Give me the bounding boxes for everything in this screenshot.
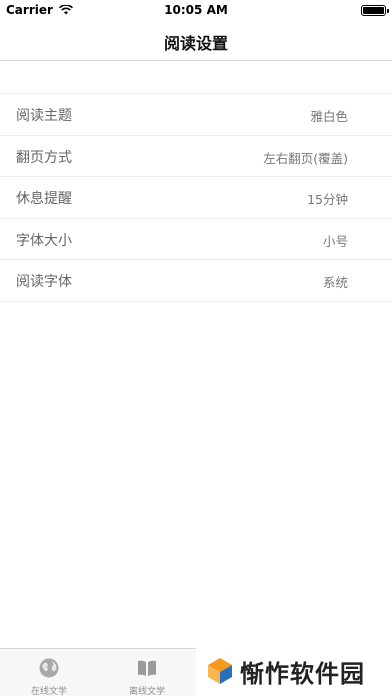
tab-label: 在线文学 xyxy=(30,687,67,696)
setting-row-rest-reminder[interactable]: 休息提醒 15分钟 xyxy=(0,177,392,219)
setting-label: 休息提醒 xyxy=(16,191,72,208)
setting-row-page-turn-mode[interactable]: 翻页方式 左右翻页(覆盖) xyxy=(0,136,392,178)
setting-label: 阅读字体 xyxy=(16,274,72,291)
setting-label: 翻页方式 xyxy=(16,149,72,166)
nav-bar: 阅读设置 xyxy=(0,20,392,61)
section-spacer xyxy=(0,61,392,94)
tab-bar: 在线文学 离线文学 xyxy=(0,648,196,696)
battery-level xyxy=(363,7,384,14)
status-time: 10:05 AM xyxy=(164,3,228,17)
tab-online-literature[interactable]: 在线文学 xyxy=(0,649,98,696)
watermark-logo-icon xyxy=(208,658,232,684)
setting-value: 雅白色 xyxy=(310,109,348,124)
setting-value: 左右翻页(覆盖) xyxy=(263,150,348,166)
tab-offline-literature[interactable]: 离线文学 xyxy=(98,649,196,696)
book-icon xyxy=(138,660,156,676)
setting-label: 阅读主题 xyxy=(16,108,72,124)
page-title: 阅读设置 xyxy=(163,34,228,53)
globe-icon xyxy=(39,658,59,678)
battery-icon xyxy=(361,5,389,16)
setting-row-reading-font[interactable]: 阅读字体 系统 xyxy=(0,260,392,302)
setting-row-font-size[interactable]: 字体大小 小号 xyxy=(0,219,392,261)
setting-value: 小号 xyxy=(322,233,348,249)
status-bar: Carrier 10:05 AM xyxy=(0,0,392,20)
setting-value: 15分钟 xyxy=(307,192,348,208)
settings-list: 阅读主题 雅白色 翻页方式 左右翻页(覆盖) 休息提醒 15分钟 字体大小 小号… xyxy=(0,94,392,302)
setting-label: 字体大小 xyxy=(16,232,72,249)
setting-value: 系统 xyxy=(322,275,348,291)
tab-label: 离线文学 xyxy=(128,687,165,696)
setting-row-reading-theme[interactable]: 阅读主题 雅白色 xyxy=(0,94,392,136)
watermark-text: 惭怍软件园 xyxy=(240,660,365,688)
